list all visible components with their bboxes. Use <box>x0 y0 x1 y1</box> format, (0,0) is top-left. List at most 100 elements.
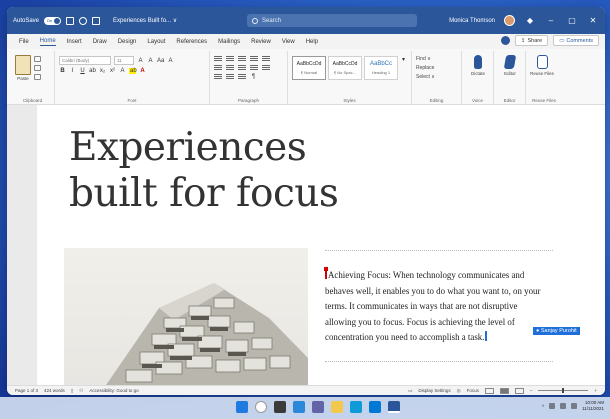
justify-icon[interactable] <box>250 65 258 71</box>
page-info[interactable]: Page 1 of 3 <box>15 388 38 393</box>
decrease-indent-icon[interactable] <box>250 56 258 62</box>
print-layout-icon[interactable] <box>499 387 509 394</box>
shading-icon[interactable] <box>214 74 222 80</box>
numbering-icon[interactable] <box>226 56 234 62</box>
tray-chevron-icon[interactable]: ^ <box>542 404 544 409</box>
zoom-slider[interactable] <box>538 388 589 393</box>
text-effects-icon[interactable]: A <box>119 68 126 74</box>
clock[interactable]: 10:00 AM 11/11/2021 <box>582 400 604 412</box>
teams-icon[interactable] <box>312 401 324 413</box>
align-left-icon[interactable] <box>214 65 222 71</box>
bullets-icon[interactable] <box>214 56 222 62</box>
share-button[interactable]: ⇪ Share <box>514 35 549 46</box>
tab-draw[interactable]: Draw <box>93 39 107 45</box>
copy-icon[interactable] <box>34 65 41 71</box>
dictate-button[interactable]: Dictate <box>466 55 490 76</box>
focus-button[interactable]: Focus <box>467 388 479 393</box>
close-icon[interactable]: ✕ <box>587 16 599 25</box>
grow-font-icon[interactable]: A <box>137 58 144 64</box>
cut-icon[interactable] <box>34 56 41 62</box>
document-canvas[interactable]: Experiences built for focus Achieving Fo… <box>7 105 605 385</box>
tab-design[interactable]: Design <box>118 39 137 45</box>
web-layout-icon[interactable] <box>514 387 524 394</box>
tab-view[interactable]: View <box>282 39 295 45</box>
paste-button[interactable]: Paste <box>15 53 31 81</box>
wifi-icon[interactable] <box>549 403 556 409</box>
increase-indent-icon[interactable] <box>262 56 270 62</box>
highlight-icon[interactable]: ab <box>129 68 137 74</box>
borders-icon[interactable] <box>226 74 234 80</box>
accessibility-status[interactable]: Accessibility: Good to go <box>89 388 138 393</box>
maximize-icon[interactable]: ▢ <box>566 16 578 25</box>
tab-file[interactable]: File <box>19 39 29 45</box>
start-icon[interactable] <box>236 401 248 413</box>
read-mode-icon[interactable] <box>484 387 494 394</box>
align-center-icon[interactable] <box>226 65 234 71</box>
proofing-icon[interactable]: ▯ <box>71 388 73 394</box>
ribbon-options-icon[interactable]: ◆ <box>524 16 536 25</box>
avatar[interactable] <box>504 15 515 26</box>
tab-home[interactable]: Home <box>39 38 56 46</box>
subscript-icon[interactable]: x₂ <box>99 68 106 74</box>
tab-mailings[interactable]: Mailings <box>218 39 240 45</box>
word-taskbar-icon[interactable] <box>388 401 400 413</box>
editor-button[interactable]: Editor <box>498 55 522 76</box>
file-explorer-icon[interactable] <box>331 401 343 413</box>
document-heading[interactable]: Experiences built for focus <box>69 125 389 217</box>
tab-layout[interactable]: Layout <box>147 39 165 45</box>
clear-format-icon[interactable]: A <box>167 58 174 64</box>
document-page[interactable]: Experiences built for focus Achieving Fo… <box>37 105 605 385</box>
format-painter-icon[interactable] <box>34 74 41 80</box>
font-size-select[interactable]: 11 <box>114 56 134 65</box>
reuse-files-button[interactable]: Reuse Files <box>530 55 554 76</box>
widgets-icon[interactable] <box>293 401 305 413</box>
tab-insert[interactable]: Insert <box>67 39 82 45</box>
minimize-icon[interactable]: – <box>545 16 557 25</box>
task-view-icon[interactable] <box>274 401 286 413</box>
zoom-out-icon[interactable]: – <box>530 388 533 393</box>
styles-more-icon[interactable]: ▾ <box>400 56 407 80</box>
strikethrough-icon[interactable]: ab <box>89 68 96 74</box>
tab-references[interactable]: References <box>176 39 207 45</box>
pilcrow-icon[interactable]: ¶ <box>250 74 257 80</box>
word-count[interactable]: 424 words <box>44 388 65 393</box>
battery-icon[interactable] <box>571 403 578 409</box>
display-settings[interactable]: Display Settings <box>418 388 450 393</box>
autosave-toggle[interactable]: On <box>44 16 62 25</box>
sort-icon[interactable] <box>238 74 246 80</box>
body-paragraph[interactable]: Achieving Focus: When technology communi… <box>324 267 547 346</box>
volume-icon[interactable] <box>560 403 567 409</box>
style-heading-1[interactable]: AaBbCc Heading 1 <box>364 56 398 80</box>
find-button[interactable]: Find ∨ <box>416 56 457 62</box>
bold-icon[interactable]: B <box>59 68 66 74</box>
store-icon[interactable] <box>369 401 381 413</box>
search-taskbar-icon[interactable] <box>255 401 267 413</box>
pen-icon[interactable] <box>500 36 510 45</box>
building-photo[interactable] <box>64 248 308 385</box>
font-color-icon[interactable]: A <box>139 68 146 74</box>
align-right-icon[interactable] <box>238 65 246 71</box>
style-normal[interactable]: AaBbCcDd ¶ Normal <box>292 56 326 80</box>
italic-icon[interactable]: I <box>69 68 76 74</box>
font-name-select[interactable]: Calibri (Body) <box>59 56 111 65</box>
document-title[interactable]: Experiences Built fo... ∨ <box>113 17 177 24</box>
edge-icon[interactable] <box>350 401 362 413</box>
line-spacing-icon[interactable] <box>262 65 270 71</box>
change-case-icon[interactable]: Aa <box>157 58 164 64</box>
undo-icon[interactable] <box>79 16 88 25</box>
replace-button[interactable]: Replace <box>416 65 457 71</box>
user-name[interactable]: Monica Thomson <box>449 18 495 24</box>
tab-help[interactable]: Help <box>306 39 318 45</box>
tab-review[interactable]: Review <box>251 39 271 45</box>
shrink-font-icon[interactable]: A <box>147 58 154 64</box>
search-input[interactable]: Search <box>247 14 417 27</box>
comments-button[interactable]: ▭ Comments <box>553 35 599 46</box>
zoom-in-icon[interactable]: + <box>594 388 597 393</box>
underline-icon[interactable]: U <box>79 68 86 74</box>
save-icon[interactable] <box>66 16 75 25</box>
zoom-thumb[interactable] <box>562 388 565 393</box>
select-button[interactable]: Select ∨ <box>416 74 457 80</box>
style-no-spacing[interactable]: AaBbCcDd ¶ No Spac... <box>328 56 362 80</box>
multilevel-icon[interactable] <box>238 56 246 62</box>
customize-icon[interactable] <box>92 16 101 25</box>
